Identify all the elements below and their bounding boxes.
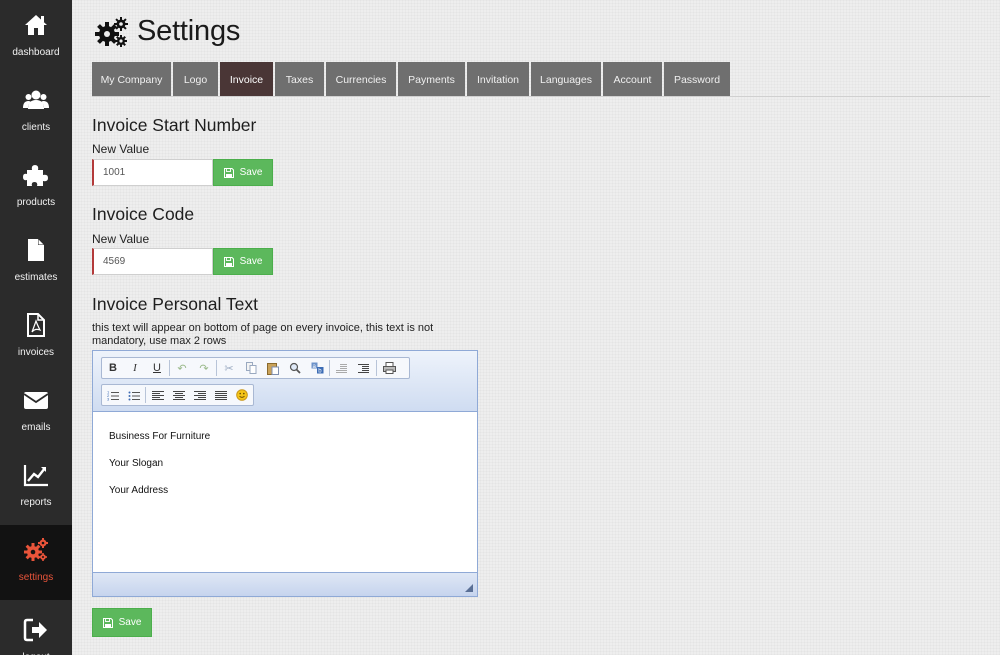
personal-text-title: Invoice Personal Text (92, 294, 259, 314)
toolbar-separator (376, 360, 377, 376)
underline-icon[interactable]: U (146, 358, 168, 378)
settings-tabs: My Company Logo Invoice Taxes Currencies… (92, 62, 732, 97)
italic-icon[interactable]: I (124, 358, 146, 378)
nav-invoices[interactable]: invoices (0, 300, 72, 375)
nav-settings[interactable]: settings (0, 525, 72, 600)
undo-icon[interactable]: ↶ (171, 358, 193, 378)
editor-line: Business For Furniture (109, 431, 211, 442)
align-left-icon[interactable] (147, 385, 168, 405)
cogs-icon (24, 538, 48, 561)
toolbar-separator (145, 387, 147, 403)
tab-taxes[interactable]: Taxes (275, 62, 324, 97)
editor-line: Your Slogan (109, 458, 164, 469)
tab-my-company[interactable]: My Company (92, 62, 171, 97)
tab-invoice[interactable]: Invoice (220, 62, 273, 97)
save-label: Save (239, 167, 263, 178)
save-label: Save (118, 617, 142, 628)
tab-languages[interactable]: Languages (531, 62, 601, 97)
sidebar: dashboard clients products estimates inv… (0, 0, 72, 655)
nav-label: settings (18, 572, 54, 583)
print-icon[interactable] (378, 358, 400, 378)
nav-label: reports (20, 497, 52, 508)
paste-icon[interactable] (262, 358, 284, 378)
nav-label: clients (21, 122, 51, 133)
redo-icon[interactable]: ↷ (193, 358, 215, 378)
ordered-list-icon[interactable]: 123 (102, 385, 123, 405)
pdf-file-icon (27, 313, 45, 337)
line-chart-icon (23, 465, 48, 487)
unordered-list-icon[interactable] (123, 385, 144, 405)
nav-label: emails (21, 422, 51, 433)
toolbar-row-1: B I U ↶ ↷ ✂ ab (101, 357, 410, 379)
tabs-divider (92, 96, 990, 97)
nav-estimates[interactable]: estimates (0, 225, 72, 300)
nav-reports[interactable]: reports (0, 450, 72, 525)
invoice-start-input[interactable] (92, 159, 213, 186)
editor-content[interactable]: Business For Furniture Your Slogan Your … (109, 431, 210, 512)
page-header: Settings (95, 15, 240, 48)
nav-label: products (16, 197, 56, 208)
align-justify-icon[interactable] (211, 385, 232, 405)
save-label: Save (239, 256, 263, 267)
invoice-start-title: Invoice Start Number (92, 115, 257, 135)
toolbar-row-2: 123 (101, 384, 254, 406)
toolbar-separator (216, 360, 217, 376)
tab-account[interactable]: Account (603, 62, 662, 97)
page-title: Settings (137, 15, 241, 47)
invoice-code-input[interactable] (92, 248, 213, 275)
tab-currencies[interactable]: Currencies (326, 62, 396, 97)
svg-text:3: 3 (107, 396, 110, 401)
invoice-code-save-button[interactable]: Save (213, 248, 273, 275)
invoice-start-label: New Value (92, 142, 150, 156)
home-icon (25, 15, 47, 35)
cogs-icon (95, 16, 128, 47)
personal-text-save-button[interactable]: Save (92, 608, 152, 637)
align-center-icon[interactable] (168, 385, 189, 405)
rich-text-editor: B I U ↶ ↷ ✂ ab 1 2 3 Business For Furnit… (92, 350, 478, 597)
nav-products[interactable]: products (0, 150, 72, 225)
file-icon (28, 239, 44, 261)
nav-clients[interactable]: clients (0, 75, 72, 150)
emoticon-icon[interactable] (232, 385, 253, 405)
invoice-code-label: New Value (92, 232, 150, 246)
toolbar-separator (169, 360, 170, 376)
invoice-code-title: Invoice Code (92, 204, 195, 224)
invoice-start-save-button[interactable]: Save (213, 159, 273, 186)
users-icon (23, 90, 49, 109)
outdent-icon[interactable] (331, 358, 353, 378)
save-icon (223, 167, 234, 178)
editor-toolbar: B I U ↶ ↷ ✂ ab 1 2 3 (93, 351, 477, 412)
editor-line: Your Address (109, 485, 169, 496)
sign-out-icon (23, 618, 47, 642)
editor-status-bar (93, 572, 477, 596)
nav-logout[interactable]: logout (0, 600, 72, 655)
nav-label: invoices (17, 347, 55, 358)
nav-emails[interactable]: emails (0, 375, 72, 450)
find-icon[interactable] (284, 358, 306, 378)
nav-label: estimates (14, 272, 58, 283)
tab-logo[interactable]: Logo (173, 62, 218, 97)
envelope-icon (23, 392, 49, 409)
copy-icon[interactable] (240, 358, 262, 378)
nav-label: dashboard (12, 47, 60, 58)
toolbar-separator (329, 360, 330, 376)
personal-text-help: this text will appear on bottom of page … (92, 322, 434, 347)
tab-password[interactable]: Password (664, 62, 730, 97)
cut-icon[interactable]: ✂ (218, 358, 240, 378)
tab-payments[interactable]: Payments (398, 62, 465, 97)
tab-invitation[interactable]: Invitation (467, 62, 529, 97)
indent-icon[interactable] (353, 358, 375, 378)
save-icon (223, 256, 234, 267)
replace-icon[interactable]: ab (306, 358, 328, 378)
nav-dashboard[interactable]: dashboard (0, 0, 72, 75)
resize-grip-icon[interactable] (465, 584, 473, 592)
bold-icon[interactable]: B (102, 358, 124, 378)
align-right-icon[interactable] (190, 385, 211, 405)
puzzle-icon (23, 165, 48, 186)
save-icon (102, 617, 113, 628)
